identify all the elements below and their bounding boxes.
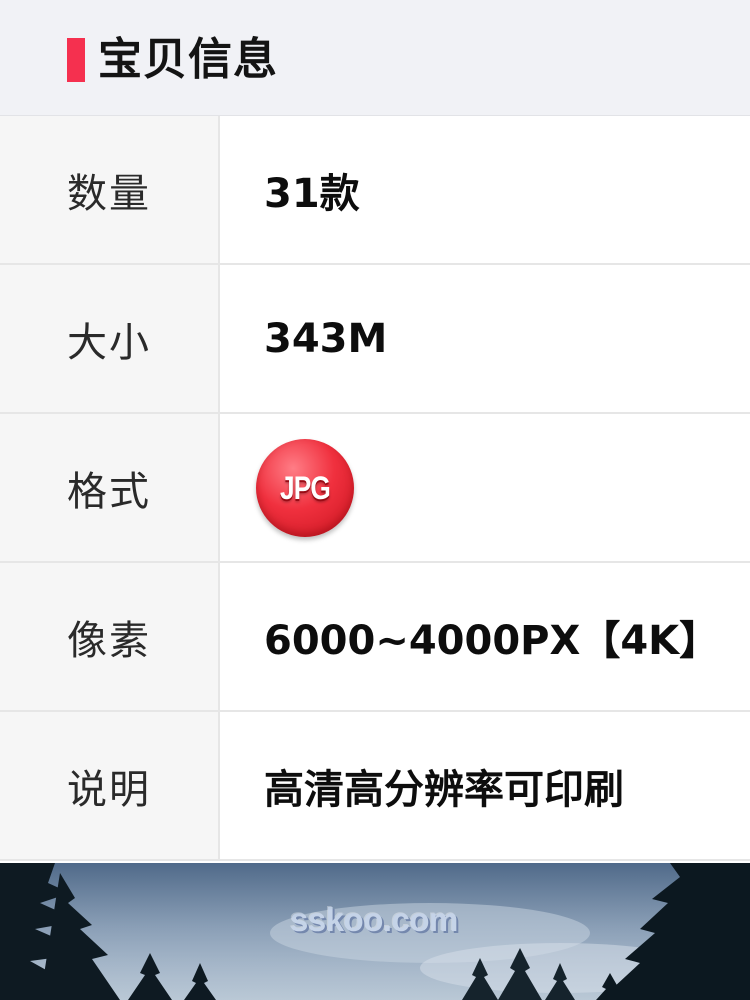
row-label: 说明 <box>67 766 151 813</box>
info-table: 数量 31款 大小 343M 格式 JPG 像素 6000~4000PX【4K】 <box>0 116 750 861</box>
row-value: 31款 <box>264 170 360 217</box>
preview-photo: sskoo.com <box>0 863 750 1000</box>
row-value: 6000~4000PX【4K】 <box>264 617 720 664</box>
jpg-badge-icon: JPG <box>256 438 354 537</box>
table-row-quantity: 数量 31款 <box>0 116 750 265</box>
row-value: 343M <box>264 315 388 362</box>
row-label: 像素 <box>67 617 151 664</box>
watermark-text: sskoo.com <box>290 901 458 938</box>
format-value: JPG <box>279 469 331 506</box>
row-label: 大小 <box>67 319 151 366</box>
table-row-description: 说明 高清高分辨率可印刷 <box>0 712 750 861</box>
accent-bar <box>67 38 85 82</box>
table-row-format: 格式 JPG <box>0 414 750 563</box>
label-cell: 像素 <box>0 563 220 710</box>
label-cell: 格式 <box>0 414 220 561</box>
label-cell: 说明 <box>0 712 220 859</box>
label-cell: 大小 <box>0 265 220 412</box>
row-label: 数量 <box>67 170 151 217</box>
table-row-size: 大小 343M <box>0 265 750 414</box>
section-header: 宝贝信息 <box>0 0 750 116</box>
section-title: 宝贝信息 <box>98 34 278 85</box>
label-cell: 数量 <box>0 116 220 263</box>
row-value: 高清高分辨率可印刷 <box>264 766 624 813</box>
table-row-pixels: 像素 6000~4000PX【4K】 <box>0 563 750 712</box>
product-info-page: 宝贝信息 数量 31款 大小 343M 格式 JPG 像素 6000~4000P… <box>0 0 750 1000</box>
row-label: 格式 <box>67 468 151 515</box>
